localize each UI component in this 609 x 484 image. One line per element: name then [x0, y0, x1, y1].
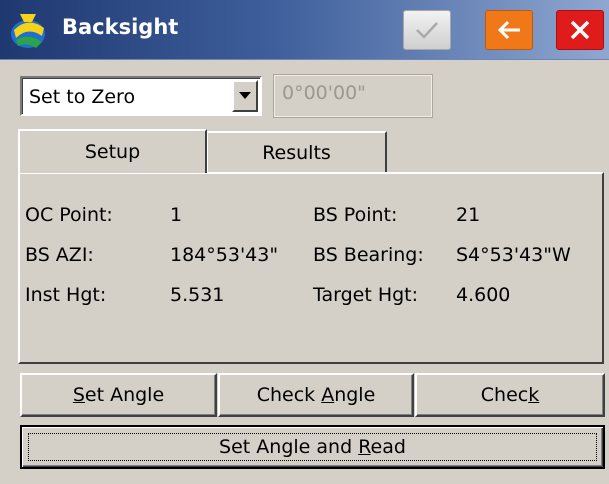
close-icon — [570, 20, 590, 40]
close-button[interactable] — [556, 10, 604, 50]
app-logo-icon — [11, 14, 45, 48]
mode-dropdown-value: Set to Zero — [29, 86, 136, 108]
bs-bearing-label: BS Bearing: — [313, 244, 424, 266]
bs-point-value: 21 — [456, 204, 481, 226]
oc-point-value: 1 — [170, 204, 183, 226]
set-angle-and-read-label: Set Angle and Read — [219, 436, 406, 458]
oc-point-label: OC Point: — [25, 204, 113, 226]
mode-dropdown[interactable]: Set to Zero — [20, 76, 262, 116]
back-button[interactable] — [485, 10, 533, 50]
tab-setup[interactable]: Setup — [18, 129, 207, 173]
bs-point-label: BS Point: — [313, 204, 398, 226]
check-angle-label: Check Angle — [256, 384, 376, 406]
ok-button[interactable] — [403, 10, 451, 50]
tab-results-label: Results — [262, 142, 331, 164]
angle-input-value: 0°00'00" — [282, 82, 366, 104]
target-hgt-value: 4.600 — [456, 284, 511, 306]
window-title: Backsight — [62, 15, 179, 39]
title-bar: Backsight — [0, 0, 609, 60]
tab-setup-label: Setup — [84, 141, 141, 163]
check-label: Check — [480, 384, 540, 406]
setup-panel: OC Point: 1 BS Point: 21 BS AZI: 184°53'… — [18, 172, 604, 364]
check-angle-button[interactable]: Check Angle — [218, 373, 414, 417]
inst-hgt-value: 5.531 — [170, 284, 225, 306]
bs-azi-value: 184°53'43" — [170, 244, 279, 266]
set-angle-button[interactable]: Set Angle — [20, 373, 217, 417]
target-hgt-label: Target Hgt: — [313, 284, 419, 306]
checkmark-icon — [416, 22, 438, 39]
inst-hgt-label: Inst Hgt: — [25, 284, 107, 306]
check-button[interactable]: Check — [415, 373, 605, 417]
dropdown-arrow-button[interactable] — [232, 80, 258, 112]
chevron-down-icon — [239, 92, 251, 99]
set-angle-and-read-button[interactable]: Set Angle and Read — [20, 425, 605, 469]
bs-bearing-value: S4°53'43"W — [456, 244, 571, 266]
tab-results[interactable]: Results — [206, 131, 387, 173]
bs-azi-label: BS AZI: — [25, 244, 94, 266]
back-arrow-icon — [497, 20, 520, 40]
angle-input: 0°00'00" — [273, 74, 433, 118]
set-angle-label: Set Angle — [72, 384, 165, 406]
